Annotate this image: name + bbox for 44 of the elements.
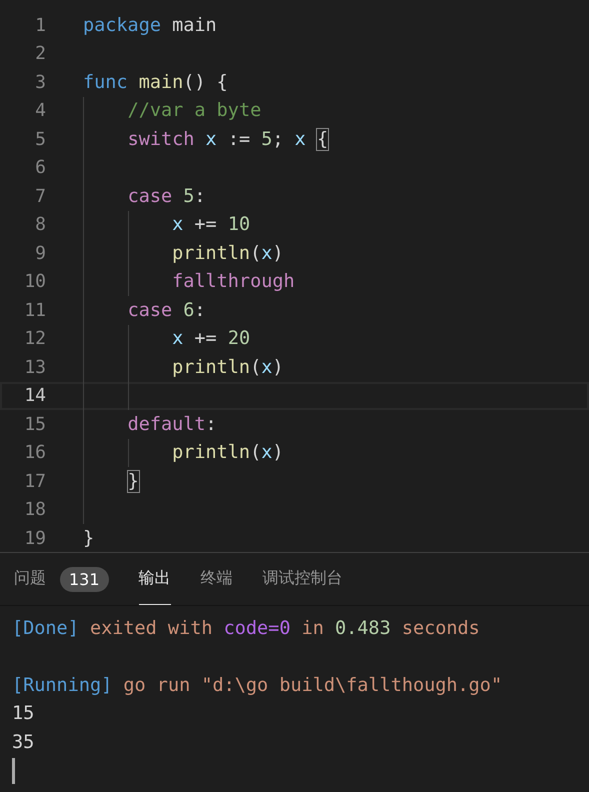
code-line: println(x) — [171, 442, 284, 464]
code-line: println(x) — [171, 356, 284, 378]
code-line: println(x) — [171, 242, 284, 264]
line-number: 5 — [34, 128, 46, 150]
panel-tab[interactable]: 终端 — [200, 553, 233, 605]
code-line: //var a byte — [126, 100, 262, 122]
line-number: 6 — [34, 157, 46, 178]
line-number: 10 — [23, 271, 46, 292]
line-number: 3 — [34, 72, 46, 93]
line-number: 11 — [23, 300, 46, 321]
code-line: case 6: — [126, 300, 206, 321]
line-number: 12 — [23, 328, 46, 350]
code-line: fallthrough — [171, 271, 295, 292]
line-number: 8 — [34, 214, 46, 236]
line-number: 13 — [23, 356, 46, 378]
code-line: x += 20 — [171, 328, 250, 350]
code-line: func main() { — [83, 72, 228, 93]
code-line: package main — [83, 14, 217, 36]
code-line: switch x := 5; x { — [126, 128, 328, 150]
line-number: 16 — [23, 442, 46, 464]
line-number: 14 — [23, 385, 46, 406]
count-badge: 131 — [60, 566, 109, 592]
line-number: 17 — [23, 470, 46, 492]
text-cursor — [12, 758, 15, 784]
panel-tab[interactable]: 输出 — [138, 553, 171, 605]
output-line: [Done] exited with code=0 in 0.483 seconds — [12, 618, 480, 639]
output-line: 35 — [12, 732, 34, 753]
line-number: 7 — [34, 186, 46, 207]
output-line: [Running] go run "d:\go build\fallthough.go" — [12, 674, 502, 696]
panel-tab[interactable]: 问题 — [14, 553, 46, 605]
code-line: } — [83, 528, 94, 549]
code-line: case 5: — [126, 186, 206, 207]
code-line: } — [126, 470, 139, 492]
code-line: x += 10 — [171, 214, 250, 236]
line-number: 19 — [23, 528, 46, 549]
code-line: default: — [126, 414, 217, 435]
line-number: 18 — [23, 499, 46, 520]
panel-tab[interactable]: 调试控制台 — [262, 553, 343, 605]
line-number: 15 — [23, 414, 46, 435]
line-number: 9 — [34, 242, 46, 264]
line-number: 2 — [34, 43, 46, 64]
line-number: 1 — [34, 14, 46, 36]
output-line: 15 — [12, 703, 34, 724]
line-number: 4 — [34, 100, 46, 122]
